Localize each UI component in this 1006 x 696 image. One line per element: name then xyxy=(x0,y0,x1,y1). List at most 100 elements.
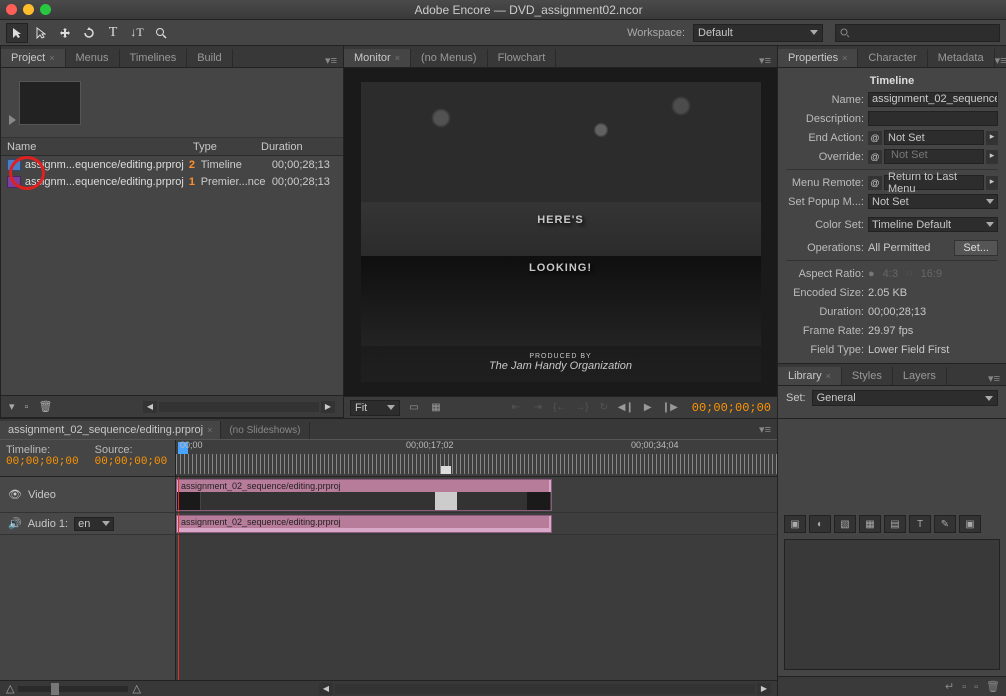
filter-layersets-icon[interactable]: ▤ xyxy=(884,515,906,533)
tab-properties[interactable]: Properties× xyxy=(778,49,858,67)
timeline-timecode[interactable]: 00;00;00;00 xyxy=(6,456,79,468)
close-icon[interactable]: × xyxy=(395,53,400,63)
in-point-icon[interactable]: {← xyxy=(552,402,568,413)
scroll-right-icon[interactable]: ▶ xyxy=(321,401,335,413)
pickwhip-icon[interactable]: @ xyxy=(868,176,882,190)
pickwhip-icon[interactable]: @ xyxy=(868,150,882,164)
tab-no-menus[interactable]: (no Menus) xyxy=(411,49,488,67)
video-track-body[interactable]: assignment_02_sequence/editing.prproj xyxy=(176,477,777,512)
tab-layers[interactable]: Layers xyxy=(893,367,947,385)
text-tool[interactable]: T xyxy=(102,23,124,43)
chapter-marker-icon[interactable] xyxy=(441,466,451,474)
end-action-select[interactable]: Not Set xyxy=(884,130,984,145)
play-icon[interactable] xyxy=(9,115,16,125)
place-icon[interactable]: ↵ xyxy=(945,680,954,693)
panel-menu-icon[interactable]: ▾≡ xyxy=(995,54,1006,67)
tab-library[interactable]: Library× xyxy=(778,367,842,385)
vertical-text-tool[interactable]: ↓T xyxy=(126,23,148,43)
filter-replacement-icon[interactable]: ▣ xyxy=(959,515,981,533)
move-tool[interactable] xyxy=(54,23,76,43)
library-set-select[interactable]: General xyxy=(812,390,998,406)
tab-build[interactable]: Build xyxy=(187,49,232,67)
tab-flowchart[interactable]: Flowchart xyxy=(488,49,557,67)
tab-monitor[interactable]: Monitor× xyxy=(344,49,411,67)
close-icon[interactable]: × xyxy=(49,53,54,63)
horizontal-scrollbar[interactable]: ◀ ▶ xyxy=(143,401,335,413)
play-button[interactable]: ▶ xyxy=(640,402,656,413)
description-field[interactable] xyxy=(868,111,998,126)
zoom-in-icon[interactable]: △ xyxy=(132,682,140,695)
scroll-left-icon[interactable]: ◀ xyxy=(143,401,157,413)
go-arrow-icon[interactable]: ▸ xyxy=(986,150,998,164)
step-back-icon[interactable]: ⇤ xyxy=(508,402,524,413)
tab-metadata[interactable]: Metadata xyxy=(928,49,995,67)
close-icon[interactable]: × xyxy=(842,53,847,63)
ruler-icon[interactable]: ▦ xyxy=(428,402,444,413)
operations-set-button[interactable]: Set... xyxy=(954,240,998,256)
selection-tool[interactable] xyxy=(6,23,28,43)
panel-menu-icon[interactable]: ▾≡ xyxy=(988,372,1006,385)
direct-select-tool[interactable] xyxy=(30,23,52,43)
project-item-row[interactable]: assignm...equence/editing.prproj 1 Premi… xyxy=(1,173,343,190)
column-type[interactable]: Type xyxy=(193,141,261,153)
monitor-timecode[interactable]: 00;00;00;00 xyxy=(692,401,771,415)
pickwhip-icon[interactable]: @ xyxy=(868,131,882,145)
go-arrow-icon[interactable]: ▸ xyxy=(986,131,998,145)
audio-clip[interactable]: assignment_02_sequence/editing.prproj xyxy=(176,515,552,533)
filter-backgrounds-icon[interactable]: ▦ xyxy=(859,515,881,533)
filter-buttons-icon[interactable]: ◐ xyxy=(809,515,831,533)
close-window-button[interactable] xyxy=(6,4,17,15)
zoom-slider[interactable] xyxy=(18,686,128,692)
zoom-fit-select[interactable]: Fit xyxy=(350,400,400,416)
maximize-window-button[interactable] xyxy=(40,4,51,15)
audio-language-select[interactable]: en xyxy=(74,517,114,531)
filter-shapes-icon[interactable]: ✎ xyxy=(934,515,956,533)
tab-timelines[interactable]: Timelines xyxy=(120,49,188,67)
speaker-icon[interactable]: 🔊 xyxy=(8,517,22,530)
new-item-icon[interactable]: ▫ xyxy=(974,681,978,693)
video-clip[interactable]: assignment_02_sequence/editing.prproj xyxy=(176,479,552,511)
close-icon[interactable]: × xyxy=(826,371,831,381)
tab-no-slideshows[interactable]: (no Slideshows) xyxy=(221,422,309,439)
new-folder-icon[interactable]: ▫ xyxy=(962,681,966,693)
filter-images-icon[interactable]: ▧ xyxy=(834,515,856,533)
panel-menu-icon[interactable]: ▾≡ xyxy=(753,420,777,439)
close-icon[interactable]: × xyxy=(207,425,212,435)
project-item-row[interactable]: assignm...equence/editing.prproj 2 Timel… xyxy=(1,156,343,173)
timeline-tab[interactable]: assignment_02_sequence/editing.prproj× xyxy=(0,421,221,439)
out-point-icon[interactable]: →} xyxy=(574,402,590,413)
aspect-ratio-toggle[interactable]: ●4:3 ○16:9 xyxy=(868,268,942,280)
new-item-icon[interactable]: ▫ xyxy=(25,401,29,413)
trash-icon[interactable]: 🗑 xyxy=(38,400,52,413)
panel-menu-icon[interactable]: ▾≡ xyxy=(759,54,777,67)
color-set-select[interactable]: Timeline Default xyxy=(868,217,998,232)
set-popup-select[interactable]: Not Set xyxy=(868,194,998,209)
column-name[interactable]: Name xyxy=(7,141,193,153)
loop-icon[interactable]: ↻ xyxy=(596,402,612,413)
filter-icon[interactable]: ▾ xyxy=(9,400,15,413)
tab-menus[interactable]: Menus xyxy=(66,49,120,67)
next-frame-button[interactable]: ❙▶ xyxy=(662,402,678,413)
panel-menu-icon[interactable]: ▾≡ xyxy=(325,54,343,67)
tab-project[interactable]: Project× xyxy=(1,49,66,67)
filter-text-icon[interactable]: T xyxy=(909,515,931,533)
search-input[interactable] xyxy=(835,24,1000,42)
rotate-tool[interactable] xyxy=(78,23,100,43)
workspace-select[interactable]: Default xyxy=(693,24,823,42)
timeline-empty-area[interactable] xyxy=(176,535,777,680)
tab-styles[interactable]: Styles xyxy=(842,367,893,385)
eye-icon[interactable]: 👁 xyxy=(8,488,22,501)
safe-margins-icon[interactable]: ▭ xyxy=(406,402,422,413)
tab-character[interactable]: Character xyxy=(858,49,927,67)
zoom-out-icon[interactable]: △ xyxy=(6,682,14,695)
name-field[interactable]: assignment_02_sequence/ed xyxy=(868,92,998,107)
column-duration[interactable]: Duration xyxy=(261,141,327,153)
step-fwd-icon[interactable]: ⇥ xyxy=(530,402,546,413)
zoom-tool[interactable] xyxy=(150,23,172,43)
prev-frame-button[interactable]: ◀❙ xyxy=(618,402,634,413)
filter-menus-icon[interactable]: ▣ xyxy=(784,515,806,533)
timeline-ruler[interactable]: 00;00 00;00;17;02 00;00;34;04 xyxy=(176,440,777,476)
source-timecode[interactable]: 00;00;00;00 xyxy=(95,456,168,468)
go-arrow-icon[interactable]: ▸ xyxy=(986,176,998,190)
timeline-scrollbar[interactable]: ◀▶ xyxy=(319,683,771,695)
